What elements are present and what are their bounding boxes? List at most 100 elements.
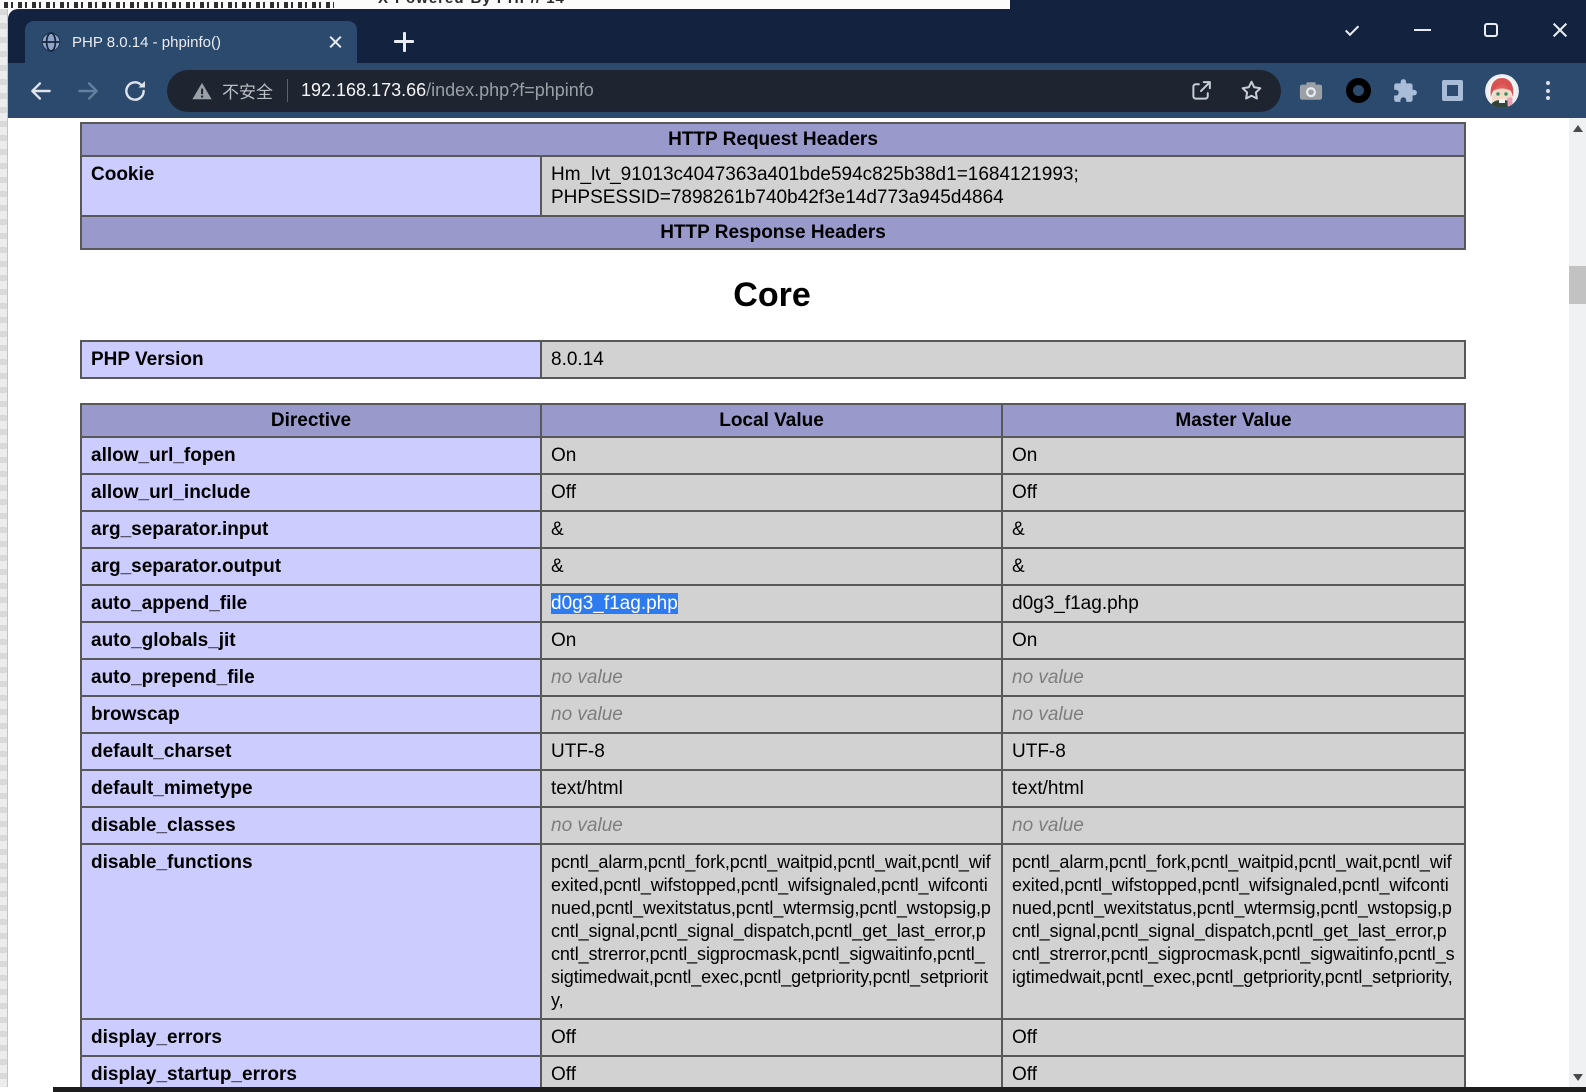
local-value-cell: no value <box>541 659 1002 696</box>
php-version-label: PHP Version <box>81 341 541 378</box>
extensions-row <box>1297 74 1558 108</box>
bookmark-button[interactable] <box>1237 77 1265 105</box>
local-value-cell: no value <box>541 807 1002 844</box>
directive-name-cell: auto_append_file <box>81 585 541 622</box>
table-row: allow_url_fopenOnOn <box>81 437 1465 474</box>
screenshot-extension-button[interactable] <box>1297 77 1325 105</box>
master-value-cell: Off <box>1002 1019 1465 1056</box>
table-row: auto_append_file d0g3_f1ag.php d0g3_f1ag.p… <box>81 585 1465 622</box>
local-value-cell: & <box>541 548 1002 585</box>
table-row: allow_url_includeOffOff <box>81 474 1465 511</box>
master-value-cell: Off <box>1002 1056 1465 1087</box>
master-value-cell: & <box>1002 548 1465 585</box>
close-icon <box>1551 21 1569 39</box>
response-headers-title: HTTP Response Headers <box>81 216 1465 249</box>
scroll-down-button[interactable] <box>1569 1067 1586 1087</box>
extensions-menu-button[interactable] <box>1391 77 1419 105</box>
security-chip[interactable]: 不安全 <box>191 78 273 103</box>
table-row: arg_separator.input&& <box>81 511 1465 548</box>
column-header-directive: Directive <box>81 404 541 437</box>
phpinfo-content: HTTP Request Headers Cookie Hm_lvt_91013… <box>80 118 1464 1087</box>
reload-button[interactable] <box>120 76 150 106</box>
ring-icon <box>1346 78 1371 103</box>
background-bottom-strip <box>53 1087 1586 1092</box>
master-value-cell: On <box>1002 622 1465 659</box>
table-row: browscapno valueno value <box>81 696 1465 733</box>
address-bar[interactable]: 不安全 192.168.173.66/index.php?f=phpinfo <box>167 70 1281 112</box>
section-title: Core <box>80 276 1464 314</box>
http-headers-table: HTTP Request Headers Cookie Hm_lvt_91013… <box>80 122 1466 250</box>
scrollbar-thumb[interactable] <box>1569 266 1586 304</box>
cookie-value: Hm_lvt_91013c4047363a401bde594c825b38d1=… <box>541 156 1465 216</box>
scroll-up-button[interactable] <box>1569 118 1586 138</box>
directive-name-cell: disable_functions <box>81 844 541 1019</box>
directive-name-cell: default_charset <box>81 733 541 770</box>
selected-text: d0g3_f1ag.php <box>551 593 678 614</box>
avatar-image <box>1485 74 1519 108</box>
table-row: default_mimetypetext/htmltext/html <box>81 770 1465 807</box>
table-row: default_charsetUTF-8UTF-8 <box>81 733 1465 770</box>
master-value-cell: d0g3_f1ag.php <box>1002 585 1465 622</box>
warning-triangle-icon <box>191 80 213 102</box>
directives-table: Directive Local Value Master Value allow… <box>80 403 1466 1087</box>
column-header-local-value: Local Value <box>541 404 1002 437</box>
local-value-cell: On <box>541 622 1002 659</box>
local-value-cell: no value <box>541 696 1002 733</box>
directive-name-cell: display_startup_errors <box>81 1056 541 1087</box>
local-value-cell: & <box>541 511 1002 548</box>
minimize-button[interactable] <box>1410 18 1434 42</box>
extension-ring-button[interactable] <box>1344 77 1372 105</box>
close-button[interactable] <box>1548 18 1572 42</box>
tab-search-button[interactable] <box>1341 18 1365 42</box>
master-value-cell: text/html <box>1002 770 1465 807</box>
forward-button[interactable] <box>73 76 103 106</box>
master-value-cell: Off <box>1002 474 1465 511</box>
url-text: 192.168.173.66/index.php?f=phpinfo <box>301 80 1187 101</box>
maximize-icon <box>1484 23 1498 37</box>
table-row: arg_separator.output&& <box>81 548 1465 585</box>
share-icon <box>1189 78 1214 103</box>
omnibox-separator <box>287 79 288 102</box>
local-value-cell: Off <box>541 1056 1002 1087</box>
local-value-cell: Off <box>541 1019 1002 1056</box>
toolbar: 不安全 192.168.173.66/index.php?f=phpinfo <box>8 63 1586 118</box>
background-text-fragment: X-Powered-By PHP// 14 <box>378 0 565 7</box>
vertical-scrollbar[interactable] <box>1569 118 1586 1087</box>
minimize-icon <box>1414 29 1431 31</box>
back-button[interactable] <box>26 76 56 106</box>
directive-name-cell: disable_classes <box>81 807 541 844</box>
table-row: display_errorsOffOff <box>81 1019 1465 1056</box>
local-value-cell: text/html <box>541 770 1002 807</box>
local-value-cell: On <box>541 437 1002 474</box>
side-panel-button[interactable] <box>1438 77 1466 105</box>
side-panel-icon <box>1442 80 1463 101</box>
directive-name-cell: auto_globals_jit <box>81 622 541 659</box>
master-value-cell: & <box>1002 511 1465 548</box>
tab-title: PHP 8.0.14 - phpinfo() <box>72 34 327 51</box>
master-value-cell: UTF-8 <box>1002 733 1465 770</box>
camera-icon <box>1297 77 1325 105</box>
table-row: disable_functionspcntl_alarm,pcntl_fork,… <box>81 844 1465 1019</box>
scroll-down-icon <box>1573 1074 1583 1081</box>
url-host: 192.168.173.66 <box>301 80 426 100</box>
directive-name-cell: arg_separator.output <box>81 548 541 585</box>
table-row: auto_globals_jitOnOn <box>81 622 1465 659</box>
window-controls <box>1341 18 1572 42</box>
puzzle-icon <box>1392 78 1418 104</box>
share-button[interactable] <box>1187 77 1215 105</box>
new-tab-button[interactable] <box>391 29 417 55</box>
directive-name-cell: allow_url_fopen <box>81 437 541 474</box>
kebab-icon <box>1546 81 1550 85</box>
omnibox-actions <box>1187 77 1265 105</box>
tab-close-icon[interactable] <box>327 33 345 51</box>
star-icon <box>1239 78 1264 103</box>
profile-avatar[interactable] <box>1485 74 1519 108</box>
local-value-cell: UTF-8 <box>541 733 1002 770</box>
chevron-down-icon <box>1345 22 1359 36</box>
browser-tab[interactable]: PHP 8.0.14 - phpinfo() <box>25 21 357 63</box>
maximize-button[interactable] <box>1479 18 1503 42</box>
browser-menu-button[interactable] <box>1538 77 1558 104</box>
browser-window: PHP 8.0.14 - phpinfo() 不安全 192.168 <box>8 9 1586 1087</box>
page-viewport: HTTP Request Headers Cookie Hm_lvt_91013… <box>8 118 1586 1087</box>
table-row: auto_prepend_fileno valueno value <box>81 659 1465 696</box>
